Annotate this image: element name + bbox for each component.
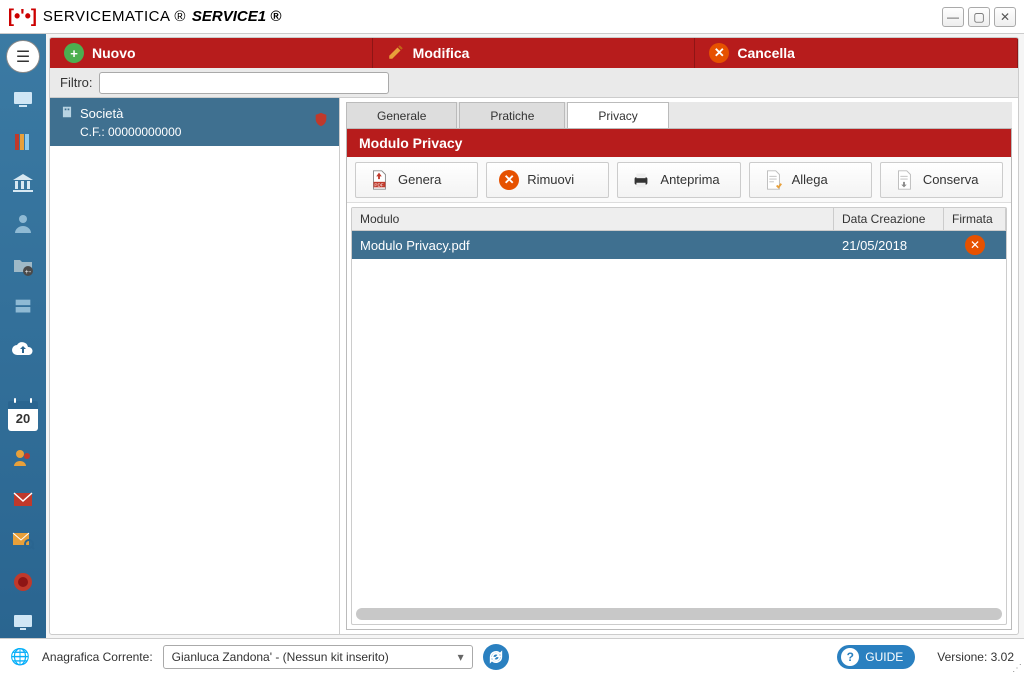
list-panel: Società C.F.: 00000000000 bbox=[50, 98, 340, 634]
app-logo-icon: [•'•] bbox=[8, 6, 37, 27]
status-bar: 🌐 Anagrafica Corrente: Gianluca Zandona'… bbox=[0, 638, 1024, 674]
attach-icon bbox=[762, 169, 784, 191]
maximize-button[interactable]: ▢ bbox=[968, 7, 990, 27]
printer-icon bbox=[630, 169, 652, 191]
modifica-button[interactable]: Modifica bbox=[373, 38, 696, 68]
th-data[interactable]: Data Creazione bbox=[834, 208, 944, 230]
list-item[interactable]: Società C.F.: 00000000000 bbox=[50, 98, 339, 146]
anagrafica-combo[interactable]: Gianluca Zandona' - (Nessun kit inserito… bbox=[163, 645, 473, 669]
sidebar-person-icon[interactable] bbox=[8, 210, 38, 239]
chevron-down-icon: ▾ bbox=[458, 650, 464, 664]
status-label: Anagrafica Corrente: bbox=[42, 650, 153, 664]
anteprima-button[interactable]: Anteprima bbox=[617, 162, 740, 198]
privacy-table: Modulo Data Creazione Firmata Modulo Pri… bbox=[351, 207, 1007, 625]
minimize-button[interactable]: — bbox=[942, 7, 964, 27]
title-bar: [•'•] SERVICEMATICA ® SERVICE1 ® — ▢ ✕ bbox=[0, 0, 1024, 34]
sidebar-books-icon[interactable] bbox=[8, 127, 38, 156]
guide-button[interactable]: ? GUIDE bbox=[837, 645, 915, 669]
refresh-button[interactable] bbox=[483, 644, 509, 670]
filter-bar: Filtro: bbox=[50, 68, 1018, 98]
toolbar: PDF Genera ✕ Rimuovi Anteprima bbox=[347, 157, 1011, 203]
pencil-icon bbox=[387, 43, 405, 64]
sidebar-mail-icon[interactable] bbox=[8, 484, 38, 513]
cancella-button[interactable]: ✕ Cancella bbox=[695, 38, 1018, 68]
list-item-title: Società bbox=[80, 106, 123, 121]
rimuovi-button[interactable]: ✕ Rimuovi bbox=[486, 162, 609, 198]
genera-button[interactable]: PDF Genera bbox=[355, 162, 478, 198]
brand-text-1: SERVICEMATICA ® bbox=[43, 8, 186, 25]
filter-input[interactable] bbox=[99, 72, 389, 94]
sidebar-cloud-upload-icon[interactable] bbox=[8, 334, 38, 363]
svg-text:PDF: PDF bbox=[374, 182, 383, 187]
tab-strip: Generale Pratiche Privacy bbox=[346, 102, 1012, 128]
list-item-cf: C.F.: 00000000000 bbox=[60, 125, 329, 139]
brand-text-2: SERVICE1 ® bbox=[192, 8, 281, 25]
tab-generale[interactable]: Generale bbox=[346, 102, 457, 128]
sidebar-server-icon[interactable] bbox=[8, 293, 38, 322]
shield-icon bbox=[313, 111, 329, 134]
globe-icon[interactable]: 🌐 bbox=[10, 647, 30, 667]
filter-label: Filtro: bbox=[60, 75, 93, 90]
th-modulo[interactable]: Modulo bbox=[352, 208, 834, 230]
cell-data: 21/05/2018 bbox=[834, 238, 944, 253]
cell-modulo: Modulo Privacy.pdf bbox=[352, 238, 834, 253]
cell-firmata: ✕ bbox=[944, 235, 1006, 255]
building-icon bbox=[60, 105, 74, 122]
action-bar: + Nuovo Modifica ✕ Cancella bbox=[50, 38, 1018, 68]
conserva-button[interactable]: Conserva bbox=[880, 162, 1003, 198]
close-button[interactable]: ✕ bbox=[994, 7, 1016, 27]
sidebar-people-icon[interactable] bbox=[8, 443, 38, 472]
table-row[interactable]: Modulo Privacy.pdf 21/05/2018 ✕ bbox=[352, 231, 1006, 259]
remove-icon: ✕ bbox=[499, 170, 519, 190]
resize-grip-icon[interactable]: ⋰ bbox=[1012, 666, 1022, 672]
detail-panel: Generale Pratiche Privacy Modulo Privacy… bbox=[340, 98, 1018, 634]
th-firmata[interactable]: Firmata bbox=[944, 208, 1006, 230]
not-signed-icon: ✕ bbox=[965, 235, 985, 255]
help-icon: ? bbox=[841, 648, 859, 666]
sidebar-mail-search-icon[interactable] bbox=[8, 526, 38, 555]
nuovo-button[interactable]: + Nuovo bbox=[50, 38, 373, 68]
window-controls: — ▢ ✕ bbox=[942, 7, 1016, 27]
sidebar-menu-toggle[interactable]: ☰ bbox=[6, 40, 40, 73]
tab-privacy[interactable]: Privacy bbox=[567, 102, 668, 128]
table-empty-area bbox=[352, 259, 1006, 604]
allega-button[interactable]: Allega bbox=[749, 162, 872, 198]
svg-text:+-: +- bbox=[25, 269, 32, 276]
sidebar-calendar-icon[interactable]: 20 bbox=[8, 401, 38, 430]
sidebar-bank-icon[interactable] bbox=[8, 168, 38, 197]
tab-pratiche[interactable]: Pratiche bbox=[459, 102, 565, 128]
x-icon: ✕ bbox=[709, 43, 729, 63]
sidebar-desktop-icon[interactable] bbox=[8, 609, 38, 638]
sidebar-seal-icon[interactable] bbox=[8, 567, 38, 596]
sidebar-monitor-icon[interactable] bbox=[8, 85, 38, 114]
app-sidebar: ☰ +- 20 bbox=[0, 34, 46, 638]
pdf-icon: PDF bbox=[368, 169, 390, 191]
horizontal-scrollbar[interactable] bbox=[356, 608, 1002, 620]
section-header: Modulo Privacy bbox=[347, 129, 1011, 157]
plus-icon: + bbox=[64, 43, 84, 63]
archive-icon bbox=[893, 169, 915, 191]
sidebar-folder-plus-icon[interactable]: +- bbox=[8, 251, 38, 280]
version-label: Versione: 3.02 bbox=[937, 650, 1014, 664]
